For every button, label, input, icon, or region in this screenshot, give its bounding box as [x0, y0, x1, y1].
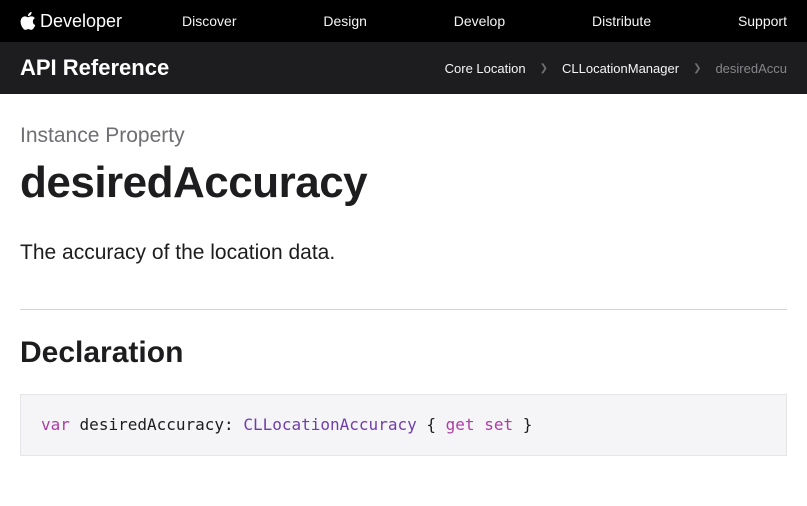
declaration-code: var desiredAccuracy: CLLocationAccuracy …: [20, 394, 787, 456]
apple-developer-logo[interactable]: Developer: [20, 11, 122, 32]
nav-develop[interactable]: Develop: [454, 13, 505, 29]
declaration-heading: Declaration: [20, 336, 787, 370]
topnav-links: Discover Design Develop Distribute Suppo…: [182, 13, 787, 29]
nav-discover[interactable]: Discover: [182, 13, 236, 29]
punct-close-brace: }: [523, 415, 533, 434]
breadcrumb: Core Location ❯ CLLocationManager ❯ desi…: [445, 61, 787, 76]
apple-icon: [20, 12, 36, 30]
keyword-set: set: [484, 415, 513, 434]
ident-desiredaccuracy: desiredAccuracy: [80, 415, 225, 434]
divider: [20, 309, 787, 310]
top-nav: Developer Discover Design Develop Distri…: [0, 0, 807, 42]
page-title: desiredAccuracy: [20, 158, 787, 208]
breadcrumb-core-location[interactable]: Core Location: [445, 61, 526, 76]
main-content: Instance Property desiredAccuracy The ac…: [0, 94, 807, 496]
punct-colon: :: [224, 415, 234, 434]
nav-design[interactable]: Design: [323, 13, 367, 29]
subnav-title: API Reference: [20, 55, 169, 81]
nav-distribute[interactable]: Distribute: [592, 13, 651, 29]
eyebrow: Instance Property: [20, 124, 787, 148]
nav-support[interactable]: Support: [738, 13, 787, 29]
type-cllocationaccuracy: CLLocationAccuracy: [243, 415, 416, 434]
chevron-right-icon: ❯: [693, 63, 701, 74]
keyword-var: var: [41, 415, 70, 434]
punct-open-brace: {: [426, 415, 436, 434]
breadcrumb-cllocationmanager[interactable]: CLLocationManager: [562, 61, 679, 76]
logo-text: Developer: [40, 11, 122, 32]
page-summary: The accuracy of the location data.: [20, 238, 787, 267]
keyword-get: get: [446, 415, 475, 434]
sub-nav: API Reference Core Location ❯ CLLocation…: [0, 42, 807, 94]
chevron-right-icon: ❯: [540, 63, 548, 74]
breadcrumb-current: desiredAccu: [715, 61, 787, 76]
